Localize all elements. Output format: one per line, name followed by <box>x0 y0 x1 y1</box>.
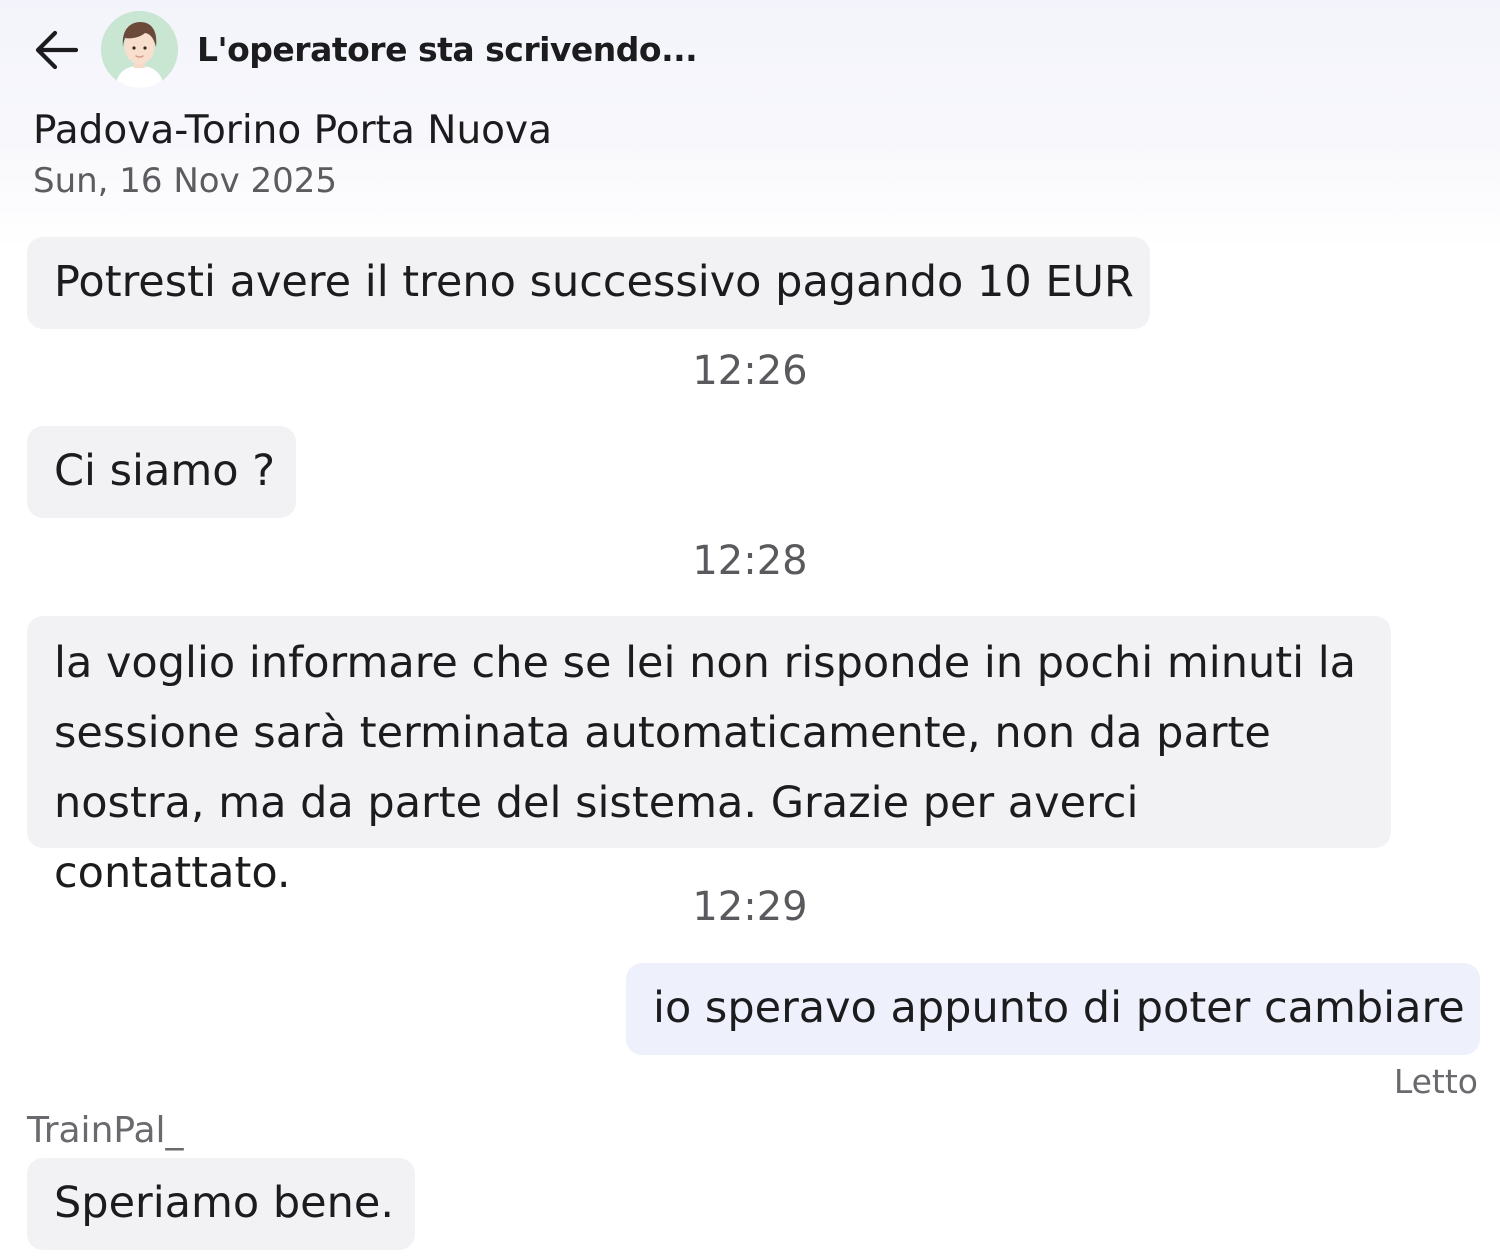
back-button[interactable] <box>30 26 82 74</box>
trip-date: Sun, 16 Nov 2025 <box>33 161 338 201</box>
message-bubble-agent[interactable]: Potresti avere il treno successivo pagan… <box>27 237 1150 329</box>
message-bubble-agent[interactable]: Speriamo bene. <box>27 1158 415 1250</box>
message-bubble-agent[interactable]: la voglio informare che se lei non rispo… <box>27 616 1391 898</box>
message-timestamp: 12:26 <box>692 348 808 394</box>
message-timestamp: 12:29 <box>692 884 808 930</box>
arrow-left-icon <box>35 30 79 70</box>
message-bubble-user[interactable]: io speravo appunto di poter cambiare <box>626 963 1480 1055</box>
message-bubble-agent[interactable]: Ci siamo ? <box>27 426 296 518</box>
trip-route: Padova-Torino Porta Nuova <box>33 108 552 153</box>
sender-name: TrainPal_ <box>27 1110 184 1151</box>
person-avatar-icon <box>101 11 178 88</box>
read-receipt: Letto <box>1393 1062 1478 1101</box>
chat-screen: L'operatore sta scrivendo... Padova-Tori… <box>0 0 1500 1260</box>
chat-header: L'operatore sta scrivendo... Padova-Tori… <box>0 0 1500 220</box>
operator-avatar[interactable] <box>101 11 178 88</box>
message-timestamp: 12:28 <box>692 538 808 584</box>
typing-status: L'operatore sta scrivendo... <box>197 30 698 69</box>
